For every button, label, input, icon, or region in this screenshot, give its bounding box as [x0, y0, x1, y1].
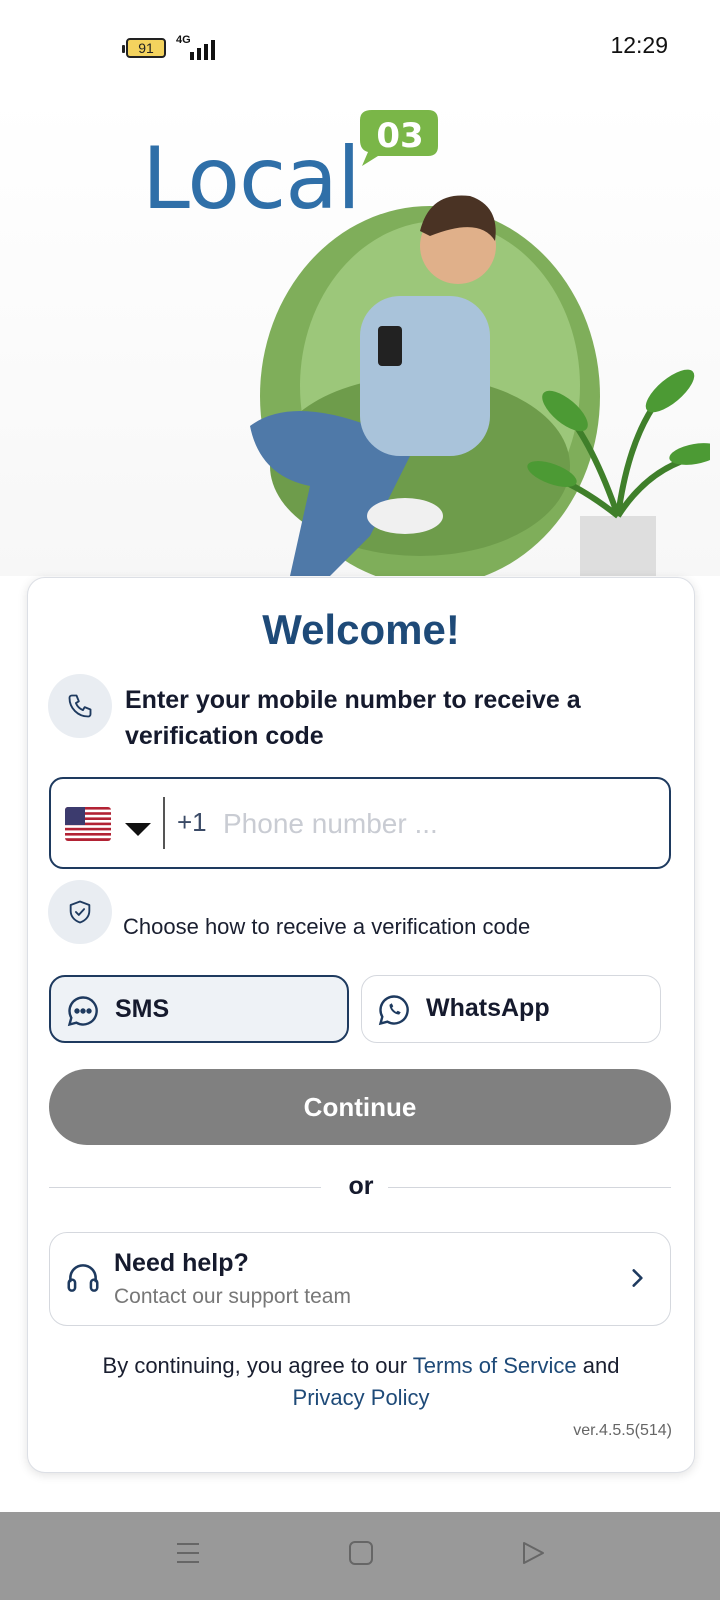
network-type: 4G: [176, 34, 191, 46]
headset-icon: [67, 1264, 99, 1292]
hero-section: Local 03: [0, 96, 720, 576]
choose-method-label: Choose how to receive a verification cod…: [123, 914, 531, 939]
back-icon[interactable]: [520, 1540, 546, 1566]
whatsapp-label: WhatsApp: [426, 994, 550, 1022]
clock: 12:29: [610, 32, 668, 58]
shield-icon: [48, 880, 112, 944]
sms-option-button[interactable]: SMS: [49, 975, 349, 1043]
chevron-right-icon: [632, 1269, 643, 1287]
country-dropdown-caret-icon[interactable]: [125, 823, 151, 836]
terms-text: By continuing, you agree to our Terms of…: [48, 1350, 674, 1414]
continue-button[interactable]: Continue: [49, 1069, 671, 1145]
signal-icon: [190, 38, 220, 60]
page-title: Welcome!: [262, 606, 460, 653]
hero-illustration: [250, 195, 710, 576]
system-nav-bar: [0, 1512, 720, 1600]
phone-icon: [48, 674, 112, 738]
instruction-text: Enter your mobile number to receive a ve…: [125, 686, 581, 750]
privacy-policy-link[interactable]: Privacy Policy: [293, 1385, 430, 1410]
need-help-button[interactable]: Need help? Contact our support team: [49, 1232, 671, 1326]
terms-of-service-link[interactable]: Terms of Service: [413, 1353, 577, 1378]
country-code: +1: [177, 807, 207, 837]
login-card: Welcome! Enter your mobile number to rec…: [27, 577, 695, 1473]
or-separator: or: [348, 1172, 374, 1200]
whatsapp-icon: [378, 995, 409, 1026]
app-version: ver.4.5.5(514): [573, 1422, 672, 1439]
terms-and: and: [582, 1353, 620, 1378]
battery-indicator: 91: [122, 38, 166, 58]
help-subtitle: Contact our support team: [114, 1285, 351, 1308]
divider: [163, 797, 165, 849]
help-title: Need help?: [114, 1249, 249, 1277]
whatsapp-option-button[interactable]: WhatsApp: [361, 975, 661, 1043]
chat-bubble-icon: [67, 996, 98, 1027]
sms-label: SMS: [115, 995, 170, 1023]
terms-prefix: By continuing, you agree to our: [102, 1353, 408, 1378]
menu-icon[interactable]: [175, 1540, 201, 1566]
us-flag-icon[interactable]: [65, 807, 111, 841]
home-icon[interactable]: [348, 1540, 374, 1566]
phone-number-input[interactable]: [221, 799, 645, 849]
status-bar: 91 4G 12:29: [0, 0, 720, 96]
phone-number-field: +1: [49, 777, 671, 869]
